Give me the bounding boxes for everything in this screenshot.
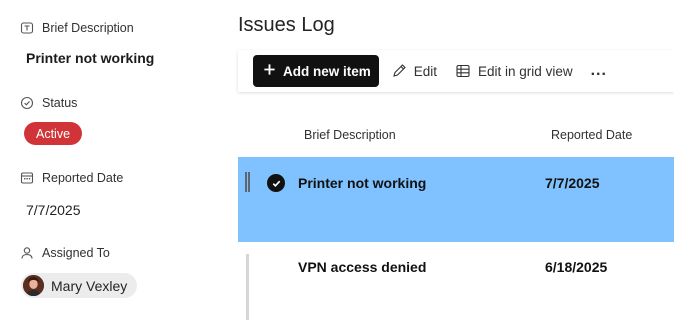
brief-description-label: Brief Description [42, 21, 134, 35]
pencil-icon [391, 63, 407, 79]
edit-label: Edit [413, 63, 438, 79]
calendar-icon [20, 171, 34, 185]
edit-button[interactable]: Edit [391, 63, 437, 79]
page-title: Issues Log [238, 14, 335, 36]
drag-handle-icon[interactable] [245, 172, 250, 192]
assigned-to-label: Assigned To [42, 246, 110, 260]
grid-icon [455, 63, 471, 79]
column-header-reported-date[interactable]: Reported Date [551, 128, 632, 142]
table-row[interactable]: VPN access denied 6/18/2025 [238, 242, 674, 320]
reported-date-value[interactable]: 7/7/2025 [26, 202, 81, 218]
status-badge[interactable]: Active [24, 122, 83, 145]
brief-description-value[interactable]: Printer not working [26, 50, 154, 66]
assigned-to-label-row: Assigned To [20, 246, 110, 260]
row-checkmark-icon[interactable] [267, 174, 285, 192]
row-brief-description[interactable]: VPN access denied [298, 259, 426, 275]
avatar [23, 275, 44, 296]
row-drag-indicator [246, 254, 249, 320]
plus-icon [263, 63, 276, 79]
edit-in-grid-view-label: Edit in grid view [478, 63, 573, 79]
person-icon [20, 246, 34, 260]
column-header-brief-description[interactable]: Brief Description [304, 128, 396, 142]
assigned-person-chip[interactable]: Mary Vexley [21, 273, 138, 298]
row-reported-date: 7/7/2025 [545, 175, 600, 191]
edit-in-grid-view-button[interactable]: Edit in grid view [455, 63, 573, 79]
assigned-person-name: Mary Vexley [51, 277, 128, 294]
row-reported-date: 6/18/2025 [545, 259, 608, 275]
table-row[interactable]: Printer not working 7/7/2025 [238, 157, 674, 242]
row-brief-description[interactable]: Printer not working [298, 175, 426, 191]
add-new-item-button[interactable]: Add new item [253, 55, 379, 87]
item-details-panel: Brief Description Printer not working St… [0, 0, 232, 320]
more-options-button[interactable]: ... [591, 62, 607, 80]
brief-description-label-row: Brief Description [20, 21, 134, 35]
reported-date-label: Reported Date [42, 171, 124, 185]
command-bar: Add new item Edit Edit in grid view ... [238, 50, 674, 92]
text-field-icon [20, 21, 34, 35]
add-new-item-label: Add new item [283, 63, 371, 79]
status-label-row: Status [20, 96, 77, 110]
status-label: Status [42, 96, 78, 110]
reported-date-label-row: Reported Date [20, 171, 123, 185]
status-icon [20, 96, 34, 110]
